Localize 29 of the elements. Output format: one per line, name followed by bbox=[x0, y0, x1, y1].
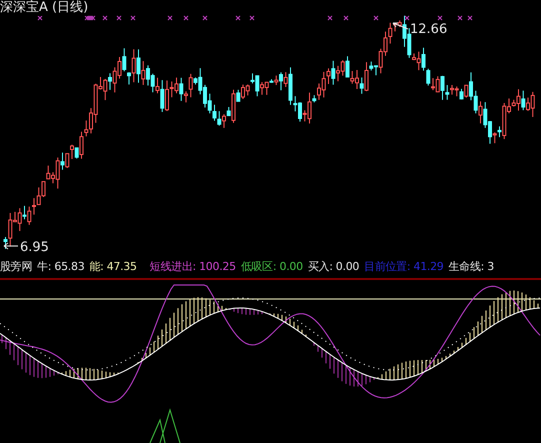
indicator-reading: 买入: 0.00 bbox=[308, 259, 360, 275]
signal-mark-icon bbox=[130, 16, 136, 20]
indicator-reading: 目前位置: 41.29 bbox=[364, 259, 444, 275]
indicator-reading: 短线进出: 100.25 bbox=[150, 259, 236, 275]
signal-mark-icon bbox=[404, 16, 410, 20]
signal-mark-icon bbox=[236, 16, 240, 20]
chart-title: 深深宝A (日线) bbox=[0, 0, 88, 16]
signal-mark-icon bbox=[116, 16, 122, 20]
signal-mark-icon bbox=[328, 16, 332, 20]
signal-mark-icon bbox=[344, 16, 348, 20]
indicator-reading: 能: 47.35 bbox=[89, 259, 137, 275]
indicator-reading: 低吸区: 0.00 bbox=[240, 259, 303, 275]
signal-mark-icon bbox=[438, 16, 442, 20]
signal-mark-icon bbox=[468, 16, 472, 20]
leader-line bbox=[392, 22, 408, 30]
signal-mark-icon bbox=[38, 16, 42, 20]
indicator-name: 股旁网 bbox=[0, 259, 32, 275]
price-label: 12.66 bbox=[410, 22, 448, 37]
leader-line bbox=[4, 242, 18, 250]
signal-mark-icon bbox=[250, 16, 254, 20]
signal-mark-icon bbox=[184, 16, 188, 20]
signal-mark-icon bbox=[374, 16, 378, 20]
indicator-reading: 牛: 65.83 bbox=[37, 259, 84, 275]
price-label: 6.95 bbox=[20, 240, 49, 255]
signal-mark-icon bbox=[458, 16, 462, 20]
indicator-reading: 生命线: 3 bbox=[448, 259, 494, 275]
signal-mark-icon bbox=[102, 16, 108, 20]
signal-mark-icon bbox=[202, 16, 208, 20]
signal-mark-icon bbox=[168, 16, 172, 20]
